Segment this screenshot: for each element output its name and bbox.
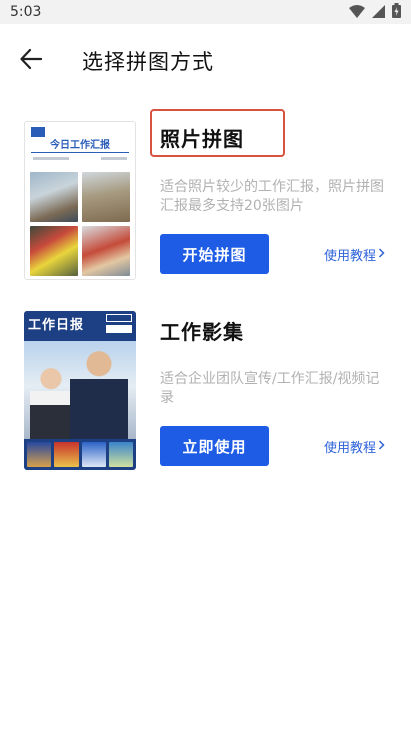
tutorial-label: 使用教程 xyxy=(324,249,377,264)
chevron-right-icon xyxy=(378,439,385,454)
option-title: 工作影集 xyxy=(160,320,244,344)
signal-icon xyxy=(372,3,385,22)
photo-collage-thumbnail[interactable]: 今日工作汇报 xyxy=(24,121,136,280)
start-collage-button[interactable]: 开始拼图 xyxy=(160,234,269,274)
construction-photo xyxy=(82,226,130,276)
page-title: 选择拼图方式 xyxy=(82,50,214,74)
battery-charging-icon xyxy=(392,2,401,22)
use-now-button[interactable]: 立即使用 xyxy=(160,426,269,466)
thumbnail-banner: 工作日报 xyxy=(24,311,136,341)
thumbnail-heading: 今日工作汇报 xyxy=(50,140,110,151)
work-album-thumbnail[interactable]: 工作日报 xyxy=(24,311,136,470)
construction-photo xyxy=(30,172,78,222)
arrow-left-icon xyxy=(20,48,43,73)
status-icons xyxy=(349,2,401,22)
back-button[interactable] xyxy=(14,44,48,78)
team-photo xyxy=(24,341,136,441)
option-description: 适合企业团队宣传/工作汇报/视频记录 xyxy=(160,371,380,406)
tutorial-link[interactable]: 使用教程 xyxy=(324,437,385,456)
wifi-icon xyxy=(349,3,365,22)
tutorial-label: 使用教程 xyxy=(324,441,377,456)
status-time: 5:03 xyxy=(10,4,42,20)
highlight-annotation xyxy=(150,109,285,157)
chevron-right-icon xyxy=(378,247,385,262)
thumbnail-template-strip xyxy=(24,439,136,470)
thumbnail-heading: 工作日报 xyxy=(28,318,85,333)
status-bar: 5:03 xyxy=(0,0,411,24)
construction-photo xyxy=(30,226,78,276)
construction-photo xyxy=(82,172,130,222)
tutorial-link[interactable]: 使用教程 xyxy=(324,245,385,264)
app-bar: 选择拼图方式 xyxy=(0,24,411,96)
thumbnail-photo-grid xyxy=(30,172,130,276)
option-description: 适合照片较少的工作汇报，照片拼图汇报最多支持20张图片 xyxy=(160,179,384,214)
